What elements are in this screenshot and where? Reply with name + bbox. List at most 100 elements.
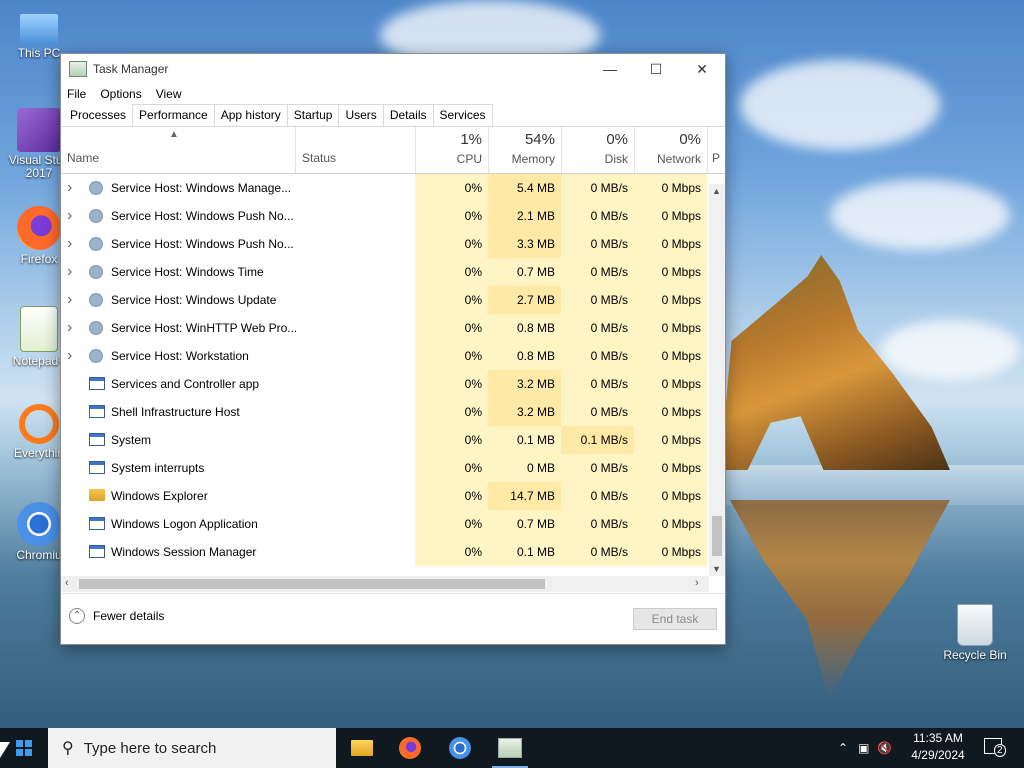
process-cpu: 0% <box>415 314 488 342</box>
expand-chevron-icon[interactable]: › <box>67 258 79 286</box>
process-disk: 0 MB/s <box>561 230 634 258</box>
title-bar[interactable]: Task Manager — ☐ ✕ <box>61 54 725 84</box>
process-memory: 2.1 MB <box>488 202 561 230</box>
column-disk[interactable]: 0% Disk <box>561 127 634 173</box>
process-row[interactable]: Windows Logon Application 0% 0.7 MB 0 MB/s 0… <box>61 510 707 538</box>
service-gear-icon <box>89 349 105 363</box>
process-cpu: 0% <box>415 510 488 538</box>
taskbar-task-manager[interactable] <box>486 728 534 768</box>
expand-chevron-icon[interactable]: › <box>67 230 79 258</box>
tab-services[interactable]: Services <box>432 104 493 126</box>
process-row[interactable]: System interrupts 0% 0 MB 0 MB/s 0 Mbps <box>61 454 707 482</box>
clock-date: 4/29/2024 <box>911 748 965 762</box>
menu-file[interactable]: File <box>67 87 86 101</box>
maximize-button[interactable]: ☐ <box>633 54 679 84</box>
process-row[interactable]: › Service Host: WinHTTP Web Pro... 0% 0.8 M… <box>61 314 707 342</box>
process-network: 0 Mbps <box>634 342 707 370</box>
process-name: Service Host: Windows Push No... <box>111 209 294 223</box>
chromium-icon <box>17 502 61 546</box>
process-row[interactable]: › Service Host: Windows Push No... 0% 3.3 M… <box>61 230 707 258</box>
column-power[interactable]: P <box>707 127 725 173</box>
tab-app-history[interactable]: App history <box>213 104 288 126</box>
menu-bar: File Options View <box>61 84 725 104</box>
show-hidden-icons-chevron-icon[interactable]: ⌃ <box>838 741 848 755</box>
tab-details[interactable]: Details <box>382 104 434 126</box>
minimize-button[interactable]: — <box>587 54 633 84</box>
process-disk: 0 MB/s <box>561 174 634 202</box>
task-manager-icon <box>69 61 87 77</box>
column-cpu[interactable]: 1% CPU <box>415 127 488 173</box>
volume-muted-icon[interactable]: 🔇 <box>877 741 892 755</box>
tab-startup[interactable]: Startup <box>286 104 340 126</box>
process-disk: 0 MB/s <box>561 314 634 342</box>
process-network: 0 Mbps <box>634 538 707 566</box>
search-icon: ⚲ <box>62 740 74 757</box>
disk-total: 0% <box>606 131 628 148</box>
process-row[interactable]: Shell Infrastructure Host 0% 3.2 MB 0 MB/s 0… <box>61 398 707 426</box>
column-name[interactable]: Name <box>61 127 295 173</box>
service-gear-icon <box>89 237 105 251</box>
expand-chevron-icon[interactable]: › <box>67 314 79 342</box>
scroll-down-icon[interactable]: ▼ <box>712 564 721 574</box>
process-name: Services and Controller app <box>111 377 260 391</box>
horizontal-scroll-thumb[interactable] <box>79 579 545 589</box>
clock[interactable]: 11:35 AM 4/29/2024 <box>902 730 974 764</box>
taskbar-chromium[interactable] <box>436 728 484 768</box>
expand-chevron-icon[interactable]: › <box>67 174 79 202</box>
network-icon[interactable]: ▣ <box>858 741 869 755</box>
process-row[interactable]: Windows Session Manager 0% 0.1 MB 0 MB/s 0 M… <box>61 538 707 566</box>
process-disk: 0 MB/s <box>561 454 634 482</box>
menu-view[interactable]: View <box>156 87 182 101</box>
column-name-label: Name <box>67 151 100 165</box>
process-disk: 0 MB/s <box>561 258 634 286</box>
process-disk: 0 MB/s <box>561 482 634 510</box>
taskbar-firefox[interactable] <box>386 728 434 768</box>
task-manager-window: Task Manager — ☐ ✕ File Options View Pro… <box>60 53 726 645</box>
process-disk: 0 MB/s <box>561 342 634 370</box>
desktop-icon-recycle-bin[interactable]: Recycle Bin <box>940 604 1010 662</box>
process-memory: 0.1 MB <box>488 538 561 566</box>
process-network: 0 Mbps <box>634 454 707 482</box>
menu-options[interactable]: Options <box>100 87 141 101</box>
process-memory: 3.2 MB <box>488 370 561 398</box>
process-row[interactable]: Windows Explorer 0% 14.7 MB 0 MB/s 0 Mbps <box>61 482 707 510</box>
column-status[interactable]: Status <box>295 127 415 173</box>
vertical-scroll-thumb[interactable] <box>712 516 722 556</box>
tab-processes[interactable]: Processes <box>63 104 134 126</box>
expand-chevron-icon[interactable]: › <box>67 342 79 370</box>
process-row[interactable]: › Service Host: Windows Manage... 0% 5.4 MB… <box>61 174 707 202</box>
scroll-left-icon[interactable]: ‹ <box>65 577 69 589</box>
process-row[interactable]: › Service Host: Windows Push No... 0% 2.1 M… <box>61 202 707 230</box>
process-row[interactable]: › Service Host: Windows Update 0% 2.7 MB 0 M… <box>61 286 707 314</box>
scroll-right-icon[interactable]: › <box>695 577 699 589</box>
horizontal-scrollbar[interactable]: ‹ › <box>61 576 709 592</box>
action-center-button[interactable]: 2 <box>982 736 1006 758</box>
process-cpu: 0% <box>415 454 488 482</box>
tab-performance[interactable]: Performance <box>132 104 215 126</box>
process-row[interactable]: › Service Host: Workstation 0% 0.8 MB 0 MB/s… <box>61 342 707 370</box>
taskbar-file-explorer[interactable] <box>338 728 386 768</box>
process-disk: 0 MB/s <box>561 202 634 230</box>
app-window-icon <box>89 461 105 475</box>
vertical-scrollbar[interactable]: ▲ ▼ <box>709 184 725 576</box>
process-row[interactable]: › Service Host: Windows Time 0% 0.7 MB 0 MB/… <box>61 258 707 286</box>
process-cpu: 0% <box>415 482 488 510</box>
mouse-cursor-icon <box>0 742 10 758</box>
scroll-up-icon[interactable]: ▲ <box>712 186 721 196</box>
notepad-plus-icon <box>20 306 58 352</box>
process-row[interactable]: System 0% 0.1 MB 0.1 MB/s 0 Mbps <box>61 426 707 454</box>
column-network[interactable]: 0% Network <box>634 127 707 173</box>
column-memory[interactable]: 54% Memory <box>488 127 561 173</box>
expand-chevron-icon[interactable]: › <box>67 286 79 314</box>
process-name: System interrupts <box>111 461 205 475</box>
process-list: › Service Host: Windows Manage... 0% 5.4 MB… <box>61 174 725 566</box>
process-memory: 3.2 MB <box>488 398 561 426</box>
tab-users[interactable]: Users <box>338 104 384 126</box>
process-row[interactable]: Services and Controller app 0% 3.2 MB 0 MB/… <box>61 370 707 398</box>
fewer-details-button[interactable]: ⌃ Fewer details <box>69 608 164 624</box>
end-task-button[interactable]: End task <box>633 608 717 630</box>
column-disk-label: Disk <box>604 152 628 166</box>
taskbar-search[interactable]: ⚲ Type here to search <box>48 728 336 768</box>
expand-chevron-icon[interactable]: › <box>67 202 79 230</box>
close-button[interactable]: ✕ <box>679 54 725 84</box>
